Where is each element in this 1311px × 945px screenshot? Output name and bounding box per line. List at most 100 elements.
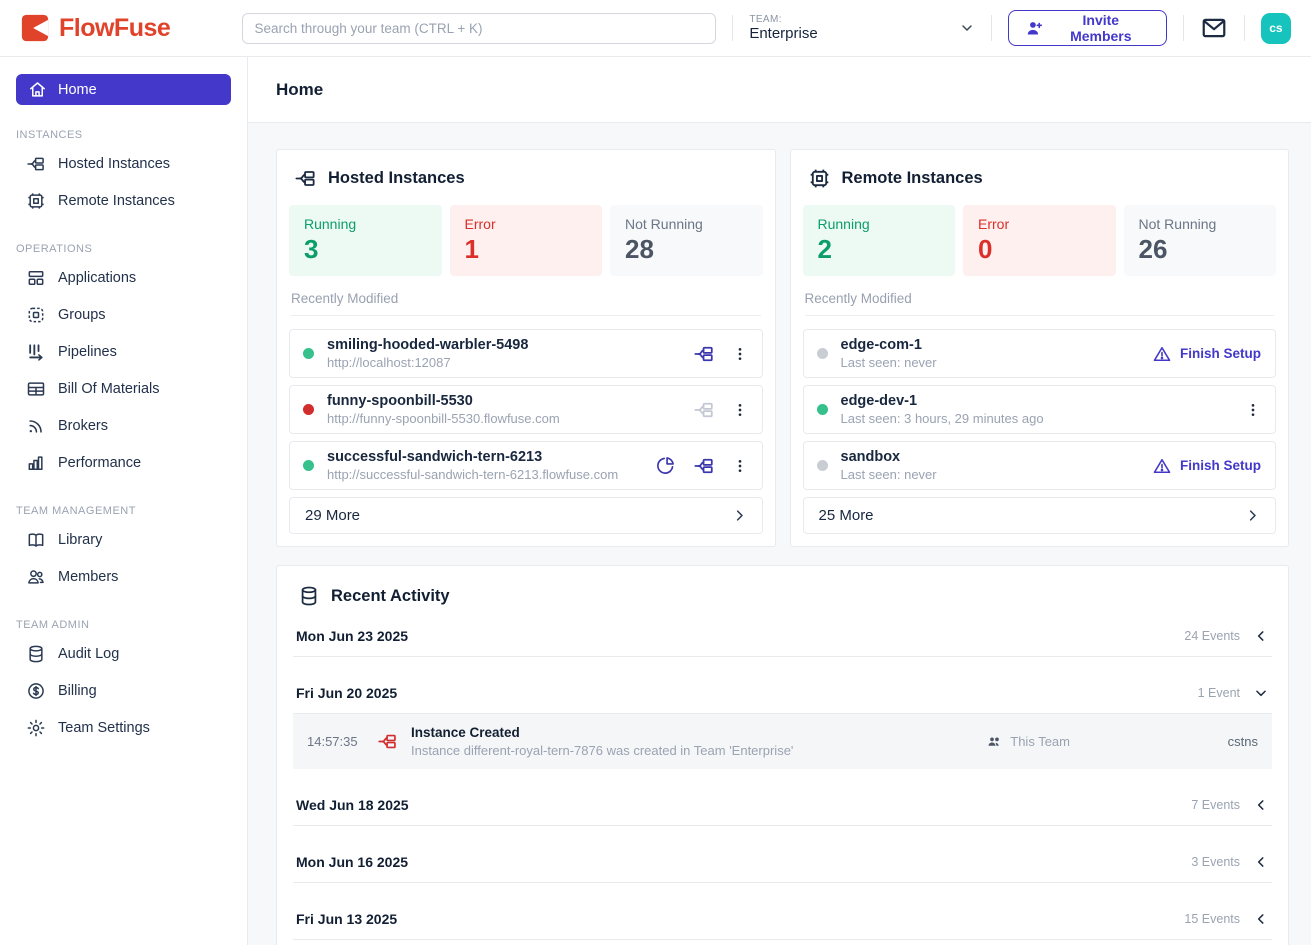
- activity-group-header[interactable]: Mon Jun 16 2025 3 Events: [293, 845, 1272, 883]
- sidebar-item-label: Groups: [58, 307, 106, 323]
- flowfuse-logo[interactable]: FlowFuse: [20, 13, 242, 43]
- instance-url: http://successful-sandwich-tern-6213.flo…: [327, 467, 655, 482]
- chevron-right-icon: [732, 508, 747, 523]
- activity-date: Fri Jun 13 2025: [296, 911, 397, 927]
- activity-group: Mon Jun 23 2025 24 Events: [293, 619, 1272, 657]
- status-dot-running: [817, 404, 828, 415]
- activity-group-header[interactable]: Wed Jun 18 2025 7 Events: [293, 788, 1272, 826]
- sidebar-item-billing[interactable]: Billing: [0, 672, 247, 709]
- header-divider: [732, 15, 733, 41]
- remote-more-link[interactable]: 25 More: [803, 497, 1277, 534]
- kebab-menu-icon[interactable]: [732, 401, 748, 419]
- sidebar-item-performance[interactable]: Performance: [0, 444, 247, 481]
- activity-entry[interactable]: 14:57:35 Instance Created Instance diffe…: [293, 714, 1272, 769]
- more-label: 29 More: [305, 507, 360, 524]
- remote-instance-row[interactable]: edge-dev-1 Last seen: 3 hours, 29 minute…: [803, 385, 1277, 434]
- top-bar: FlowFuse TEAM: Enterprise Invite Members…: [0, 0, 1311, 57]
- recent-activity-card: Recent Activity Mon Jun 23 2025 24 Event…: [276, 565, 1289, 945]
- event-description: Instance different-royal-tern-7876 was c…: [411, 743, 973, 758]
- kebab-menu-icon[interactable]: [732, 345, 748, 363]
- hosted-stat-not-running: Not Running 28: [610, 205, 763, 276]
- instance-url: http://funny-spoonbill-5530.flowfuse.com: [327, 411, 693, 426]
- sidebar-item-label: Bill Of Materials: [58, 381, 160, 397]
- activity-group-header[interactable]: Fri Jun 13 2025 15 Events: [293, 902, 1272, 940]
- status-dot-running: [303, 460, 314, 471]
- team-selector[interactable]: TEAM: Enterprise: [749, 14, 974, 42]
- hosted-instances-icon: [26, 154, 46, 174]
- chevron-down-icon: [959, 20, 975, 36]
- stat-value: 0: [978, 234, 1101, 265]
- sidebar: Home INSTANCES Hosted Instances Remote I…: [0, 57, 248, 945]
- stat-value: 2: [818, 234, 941, 265]
- sidebar-item-brokers[interactable]: Brokers: [0, 407, 247, 444]
- warning-triangle-icon: [1152, 344, 1172, 364]
- activity-event-count: 15 Events: [1184, 912, 1240, 926]
- activity-event-count: 7 Events: [1191, 798, 1240, 812]
- sidebar-item-label: Hosted Instances: [58, 156, 170, 172]
- activity-event-count: 24 Events: [1184, 629, 1240, 643]
- flowfuse-wordmark: FlowFuse: [59, 14, 170, 43]
- sidebar-item-home[interactable]: Home: [16, 74, 231, 105]
- sidebar-item-pipelines[interactable]: Pipelines: [0, 333, 247, 370]
- flowfuse-logo-icon: [20, 13, 50, 43]
- finish-setup-button[interactable]: Finish Setup: [1152, 456, 1261, 476]
- activity-database-icon: [298, 585, 320, 607]
- sidebar-item-library[interactable]: Library: [0, 521, 247, 558]
- hosted-instances-card: Hosted Instances Running 3 Error 1 Not R…: [276, 149, 776, 547]
- kebab-menu-icon[interactable]: [732, 457, 748, 475]
- activity-event-count: 3 Events: [1191, 855, 1240, 869]
- stat-label: Error: [978, 216, 1101, 232]
- members-users-icon: [26, 567, 46, 587]
- page-header: Home: [248, 57, 1311, 123]
- hosted-instance-row[interactable]: successful-sandwich-tern-6213 http://suc…: [289, 441, 763, 490]
- invite-members-button[interactable]: Invite Members: [1008, 10, 1167, 46]
- user-avatar[interactable]: cs: [1261, 13, 1291, 44]
- stat-label: Not Running: [1139, 216, 1262, 232]
- audit-log-database-icon: [26, 644, 46, 664]
- sidebar-item-remote-instances[interactable]: Remote Instances: [0, 182, 247, 219]
- hosted-more-link[interactable]: 29 More: [289, 497, 763, 534]
- finish-setup-button[interactable]: Finish Setup: [1152, 344, 1261, 364]
- home-icon: [28, 80, 47, 99]
- hosted-stat-error: Error 1: [450, 205, 603, 276]
- hosted-instance-row[interactable]: smiling-hooded-warbler-5498 http://local…: [289, 329, 763, 378]
- instance-name: edge-com-1: [841, 337, 1153, 353]
- search-input[interactable]: [242, 13, 717, 44]
- stat-value: 3: [304, 234, 427, 265]
- activity-card-title: Recent Activity: [331, 587, 450, 606]
- activity-group: Fri Jun 20 2025 1 Event 14:57:35: [293, 676, 1272, 769]
- main-area: Home Hosted Instances Running 3: [248, 57, 1311, 945]
- header-divider: [991, 15, 992, 41]
- stat-value: 1: [465, 234, 588, 265]
- bill-of-materials-icon: [26, 379, 46, 399]
- activity-group-header[interactable]: Fri Jun 20 2025 1 Event: [293, 676, 1272, 714]
- open-editor-icon[interactable]: [693, 343, 715, 365]
- sidebar-item-hosted-instances[interactable]: Hosted Instances: [0, 145, 247, 182]
- hosted-card-title: Hosted Instances: [328, 169, 465, 188]
- sidebar-item-audit-log[interactable]: Audit Log: [0, 635, 247, 672]
- hosted-instance-row[interactable]: funny-spoonbill-5530 http://funny-spoonb…: [289, 385, 763, 434]
- chevron-right-icon: [1245, 508, 1260, 523]
- open-editor-icon-disabled: [693, 399, 715, 421]
- activity-event-count: 1 Event: [1198, 686, 1240, 700]
- instance-created-icon: [377, 731, 398, 752]
- sidebar-item-groups[interactable]: Groups: [0, 296, 247, 333]
- sidebar-item-team-settings[interactable]: Team Settings: [0, 709, 247, 746]
- remote-instance-row[interactable]: sandbox Last seen: never Finish Setup: [803, 441, 1277, 490]
- activity-group: Mon Jun 16 2025 3 Events: [293, 845, 1272, 883]
- open-editor-icon[interactable]: [693, 455, 715, 477]
- status-dot-none: [817, 348, 828, 359]
- team-label: TEAM:: [749, 14, 817, 25]
- sidebar-item-members[interactable]: Members: [0, 558, 247, 595]
- remote-instance-row[interactable]: edge-com-1 Last seen: never Finish Setup: [803, 329, 1277, 378]
- sidebar-section-operations: OPERATIONS: [16, 243, 247, 255]
- remote-card-title: Remote Instances: [842, 169, 983, 188]
- notifications-mail-button[interactable]: [1200, 14, 1228, 42]
- stat-value: 28: [625, 234, 748, 265]
- kebab-menu-icon[interactable]: [1245, 401, 1261, 419]
- dashboard-pie-icon[interactable]: [655, 455, 676, 476]
- sidebar-item-bill-of-materials[interactable]: Bill Of Materials: [0, 370, 247, 407]
- activity-date: Mon Jun 16 2025: [296, 854, 408, 870]
- activity-group-header[interactable]: Mon Jun 23 2025 24 Events: [293, 619, 1272, 657]
- sidebar-item-applications[interactable]: Applications: [0, 259, 247, 296]
